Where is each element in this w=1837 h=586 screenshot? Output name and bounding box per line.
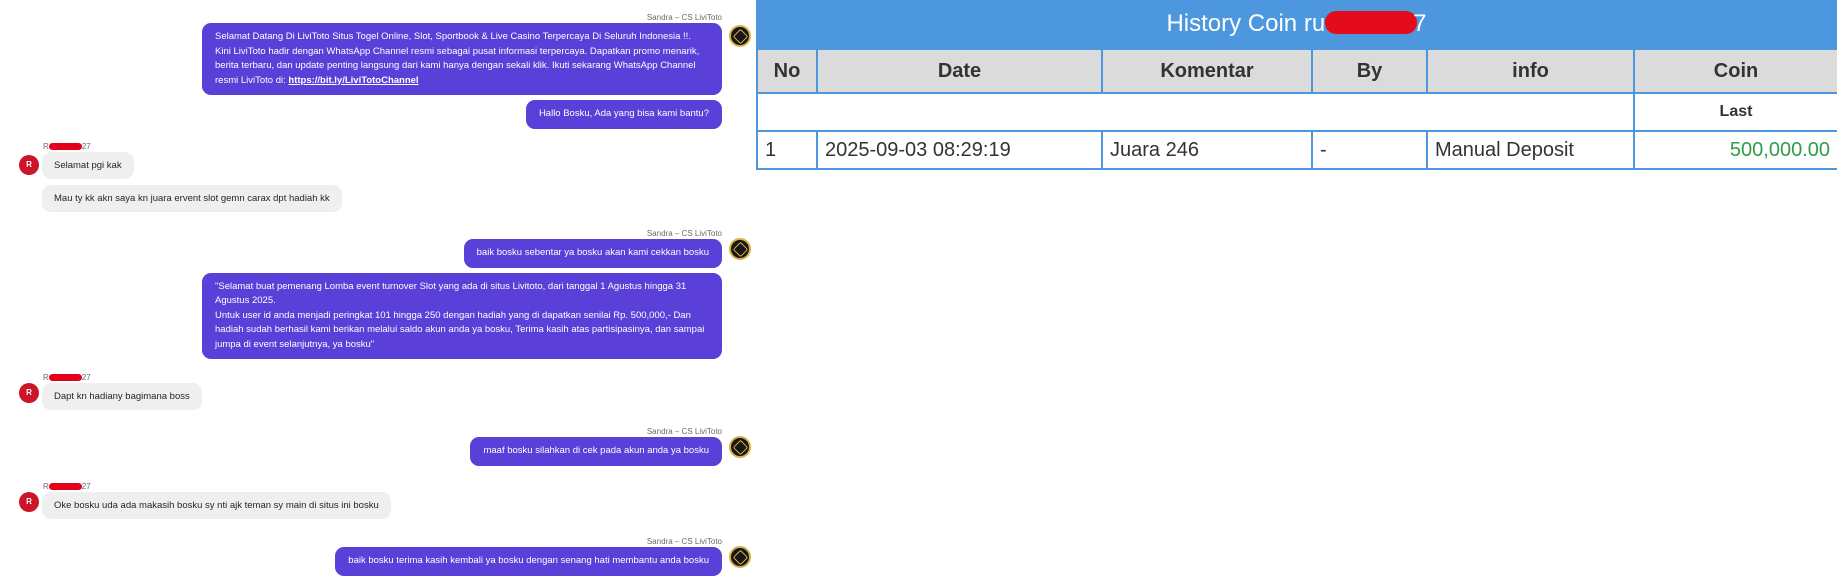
- message-line: resmi LiviToto di: https://bit.ly/LiviTo…: [215, 74, 709, 89]
- user-name: R 27: [43, 373, 91, 382]
- last-row: Last: [756, 92, 1837, 132]
- agent-message-group: Sandra – CS LiviToto Selamat Datang Di L…: [202, 13, 751, 129]
- column-header-no: No: [756, 48, 818, 94]
- logo-icon: [732, 241, 748, 257]
- redaction-mark: [48, 143, 82, 151]
- agent-message-bubble: baik bosku sebentar ya bosku akan kami c…: [463, 239, 722, 268]
- message-text: Mau ty kk akn saya kn juara ervent slot …: [54, 193, 330, 204]
- last-label: Last: [1633, 92, 1837, 132]
- history-title: History Coin ru 7: [756, 0, 1837, 48]
- agent-name: Sandra – CS LiviToto: [646, 229, 722, 238]
- title-text: History Coin ru: [1166, 10, 1326, 37]
- message-line: hadiah sudah berhasil kami berikan melal…: [215, 324, 705, 335]
- message-line: berita terbaru, dan update penting langs…: [215, 60, 696, 71]
- user-message-bubble: Dapt kn hadiany bagimana boss: [42, 383, 202, 410]
- agent-avatar: [729, 238, 751, 260]
- message-line: jumpa di event selanjutnya, ya bosku": [215, 338, 375, 350]
- user-message-group: R 27 R Selamat pgi kak Mau ty kk akn saya…: [19, 142, 342, 212]
- message-text: Oke bosku uda ada makasih bosku sy nti a…: [54, 500, 379, 511]
- history-coin-panel: History Coin ru 7 No Date Komentar By inf…: [756, 0, 1837, 175]
- message-text: resmi LiviToto di:: [215, 74, 289, 86]
- user-avatar: R: [19, 383, 39, 403]
- message-text: Selamat pgi kak: [54, 160, 122, 171]
- agent-avatar: [729, 546, 751, 568]
- column-header-info: info: [1426, 48, 1635, 94]
- agent-avatar: [729, 25, 751, 47]
- cell-info: Manual Deposit: [1426, 130, 1635, 170]
- message-line: Untuk user id anda menjadi peringkat 101…: [215, 309, 691, 321]
- cell-by: -: [1311, 130, 1428, 170]
- agent-message-bubble: Hallo Bosku, Ada yang bisa kami bantu?: [525, 100, 722, 129]
- user-message-bubble: Selamat pgi kak: [42, 152, 134, 179]
- column-header-coin: Coin: [1633, 48, 1837, 94]
- message-text: Dapt kn hadiany bagimana boss: [54, 391, 190, 402]
- logo-icon: [732, 549, 748, 565]
- message-line: Agustus 2025.: [215, 295, 276, 306]
- logo-icon: [732, 28, 748, 44]
- history-table: No Date Komentar By info Coin Last 1 202…: [756, 48, 1837, 170]
- agent-message-bubble: Selamat Datang Di LiviToto Situs Togel O…: [202, 23, 722, 95]
- user-message-bubble: Oke bosku uda ada makasih bosku sy nti a…: [42, 492, 391, 519]
- agent-name: Sandra – CS LiviToto: [646, 427, 722, 436]
- user-avatar: R: [19, 155, 39, 175]
- message-line: Selamat Datang Di LiviToto Situs Togel O…: [215, 31, 691, 42]
- logo-icon: [732, 439, 748, 455]
- message-text: baik bosku sebentar ya bosku akan kami c…: [476, 247, 709, 258]
- redaction-mark: [1325, 11, 1418, 34]
- user-message-group: R 27 R Oke bosku uda ada makasih bosku sy…: [19, 482, 391, 519]
- cell-no: 1: [756, 130, 818, 170]
- table-row: 1 2025-09-03 08:29:19 Juara 246 - Manual…: [756, 130, 1837, 170]
- empty-cell: [756, 92, 1635, 132]
- column-header-komentar: Komentar: [1101, 48, 1313, 94]
- cell-komentar: Juara 246: [1101, 130, 1313, 170]
- cell-date: 2025-09-03 08:29:19: [816, 130, 1103, 170]
- user-avatar: R: [19, 492, 39, 512]
- message-text: baik bosku terima kasih kembali ya bosku…: [348, 555, 709, 566]
- redaction-mark: [48, 374, 82, 382]
- agent-message-bubble: "Selamat buat pemenang Lomba event turno…: [202, 272, 722, 359]
- user-name: R 27: [43, 482, 91, 491]
- agent-message-bubble: maaf bosku silahkan di cek pada akun and…: [470, 437, 722, 466]
- user-message-bubble: Mau ty kk akn saya kn juara ervent slot …: [42, 185, 342, 212]
- agent-message-group: Sandra – CS LiviToto baik bosku terima k…: [335, 537, 751, 576]
- user-name: R 27: [43, 142, 91, 151]
- message-line: "Selamat buat pemenang Lomba event turno…: [215, 280, 687, 292]
- agent-name: Sandra – CS LiviToto: [646, 537, 722, 546]
- column-header-by: By: [1311, 48, 1428, 94]
- agent-message-group: Sandra – CS LiviToto maaf bosku silahkan…: [470, 427, 751, 466]
- agent-name: Sandra – CS LiviToto: [646, 13, 722, 22]
- title-text: 7: [1413, 10, 1427, 37]
- cell-coin: 500,000.00: [1633, 130, 1837, 170]
- chat-pane: Sandra – CS LiviToto Selamat Datang Di L…: [0, 0, 751, 586]
- message-text: Hallo Bosku, Ada yang bisa kami bantu?: [538, 108, 709, 119]
- agent-message-bubble: baik bosku terima kasih kembali ya bosku…: [335, 547, 722, 576]
- agent-avatar: [729, 436, 751, 458]
- table-header-row: No Date Komentar By info Coin: [756, 48, 1837, 94]
- agent-message-group: Sandra – CS LiviToto baik bosku sebentar…: [202, 229, 751, 359]
- channel-link[interactable]: https://bit.ly/LiviTotoChannel: [288, 75, 418, 86]
- redaction-mark: [48, 483, 82, 491]
- message-text: maaf bosku silahkan di cek pada akun and…: [483, 445, 709, 456]
- message-line: Kini LiviToto hadir dengan WhatsApp Chan…: [215, 45, 700, 57]
- column-header-date: Date: [816, 48, 1103, 94]
- user-message-group: R 27 R Dapt kn hadiany bagimana boss: [19, 373, 202, 410]
